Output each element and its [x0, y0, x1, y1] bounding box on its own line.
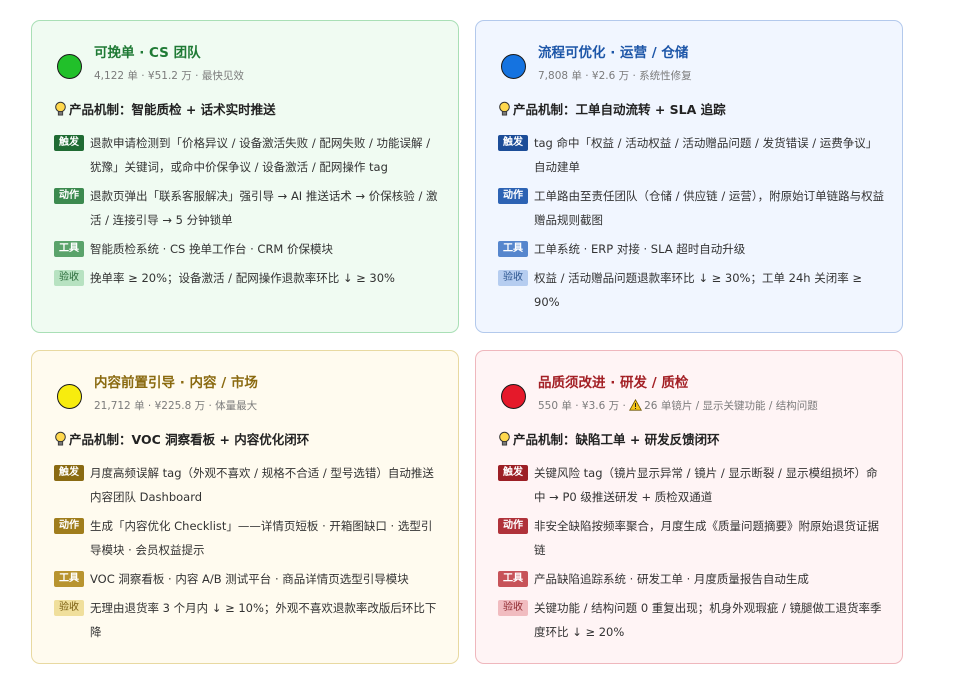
card-title: 可挽单 · CS 团队	[94, 45, 201, 61]
row-trigger: 触发 月度高频误解 tag（外观不喜欢 / 规格不合适 / 型号选错）自动推送内容…	[54, 461, 442, 509]
row-text: 退款页弹出「联系客服解决」强引导 → AI 推送话术 → 价保核验 / 激活 /…	[90, 189, 438, 227]
action-rows: 触发 tag 命中「权益 / 活动权益 / 活动赠品问题 / 发货错误 / 运费争…	[498, 131, 886, 319]
tag-action: 动作	[498, 188, 528, 204]
row-tools: 工具 智能质检系统 · CS 挽单工作台 · CRM 价保模块	[54, 237, 442, 261]
card-title: 流程可优化 · 运营 / 仓储	[538, 45, 689, 61]
row-trigger: 触发 退款申请检测到「价格异议 / 设备激活失败 / 配网失败 / 功能误解 / …	[54, 131, 442, 179]
mechanism-line: 产品机制：智能质检 + 话术实时推送	[54, 101, 276, 119]
tag-acceptance: 验收	[54, 600, 84, 616]
card-header: 流程可优化 · 运营 / 仓储 7,808 单 · ¥2.6 万 · 系统性修复	[498, 43, 886, 93]
row-text: 工单路由至责任团队（仓储 / 供应链 / 运营），附原始订单链路与权益赠品规则截…	[534, 189, 885, 227]
row-text: 工单系统 · ERP 对接 · SLA 超时自动升级	[534, 242, 746, 256]
tag-tools: 工具	[498, 571, 528, 587]
row-text: 退款申请检测到「价格异议 / 设备激活失败 / 配网失败 / 功能误解 / 犹豫…	[90, 136, 431, 174]
row-acceptance: 验收 权益 / 活动赠品问题退款率环比 ↓ ≥ 30%；工单 24h 关闭率 ≥ …	[498, 266, 886, 314]
tag-trigger: 触发	[498, 135, 528, 151]
tag-acceptance: 验收	[498, 270, 528, 286]
mechanism-text: 产品机制：工单自动流转 + SLA 追踪	[513, 102, 726, 117]
card-title: 内容前置引导 · 内容 / 市场	[94, 375, 258, 391]
card-content: 内容前置引导 · 内容 / 市场 21,712 单 · ¥225.8 万 · 体…	[31, 350, 459, 664]
status-dot-blue	[501, 54, 526, 79]
row-text: 权益 / 活动赠品问题退款率环比 ↓ ≥ 30%；工单 24h 关闭率 ≥ 90…	[534, 271, 863, 309]
row-action: 动作 非安全缺陷按频率聚合，月度生成《质量问题摘要》附原始退货证据链	[498, 514, 886, 562]
subtitle-suffix: 26 单镜片 / 显示关键功能 / 结构问题	[644, 400, 818, 412]
action-rows: 触发 月度高频误解 tag（外观不喜欢 / 规格不合适 / 型号选错）自动推送内容…	[54, 461, 442, 649]
subtitle-prefix: 550 单 · ¥3.6 万 ·	[538, 400, 630, 412]
row-text: VOC 洞察看板 · 内容 A/B 测试平台 · 商品详情页选型引导模块	[90, 572, 409, 586]
action-rows: 触发 退款申请检测到「价格异议 / 设备激活失败 / 配网失败 / 功能误解 / …	[54, 131, 442, 295]
row-acceptance: 验收 挽单率 ≥ 20%；设备激活 / 配网操作退款率环比 ↓ ≥ 30%	[54, 266, 442, 290]
row-acceptance: 验收 关键功能 / 结构问题 0 重复出现；机身外观瑕疵 / 镜腿做工退货率季度环…	[498, 596, 886, 644]
row-text: 月度高频误解 tag（外观不喜欢 / 规格不合适 / 型号选错）自动推送内容团队…	[90, 466, 434, 504]
status-dot-red	[501, 384, 526, 409]
lightbulb-icon	[55, 431, 66, 446]
mechanism-text: 产品机制：缺陷工单 + 研发反馈闭环	[513, 432, 720, 447]
row-trigger: 触发 tag 命中「权益 / 活动权益 / 活动赠品问题 / 发货错误 / 运费争…	[498, 131, 886, 179]
lightbulb-icon	[499, 431, 510, 446]
row-action: 动作 生成「内容优化 Checklist」——详情页短板 · 开箱图缺口 · 选型…	[54, 514, 442, 562]
card-subtitle: 550 单 · ¥3.6 万 · 26 单镜片 / 显示关键功能 / 结构问题	[538, 398, 818, 414]
mechanism-line: 产品机制：工单自动流转 + SLA 追踪	[498, 101, 726, 119]
card-quality: 品质须改进 · 研发 / 质检 550 单 · ¥3.6 万 · 26 单镜片 …	[475, 350, 903, 664]
tag-trigger: 触发	[498, 465, 528, 481]
row-acceptance: 验收 无理由退货率 3 个月内 ↓ ≥ 10%；外观不喜欢退款率改版后环比下降	[54, 596, 442, 644]
tag-tools: 工具	[54, 571, 84, 587]
tag-tools: 工具	[54, 241, 84, 257]
row-trigger: 触发 关键风险 tag（镜片显示异常 / 镜片 / 显示断裂 / 显示模组损坏）命…	[498, 461, 886, 509]
tag-trigger: 触发	[54, 465, 84, 481]
row-text: 挽单率 ≥ 20%；设备激活 / 配网操作退款率环比 ↓ ≥ 30%	[90, 271, 395, 285]
lightbulb-icon	[55, 101, 66, 116]
card-header: 内容前置引导 · 内容 / 市场 21,712 单 · ¥225.8 万 · 体…	[54, 373, 442, 423]
row-text: 产品缺陷追踪系统 · 研发工单 · 月度质量报告自动生成	[534, 572, 809, 586]
mechanism-text: 产品机制：VOC 洞察看板 + 内容优化闭环	[69, 432, 310, 447]
card-subtitle: 4,122 单 · ¥51.2 万 · 最快见效	[94, 70, 244, 82]
strategy-grid: 可挽单 · CS 团队 4,122 单 · ¥51.2 万 · 最快见效 产品机…	[0, 0, 957, 684]
status-dot-green	[57, 54, 82, 79]
action-rows: 触发 关键风险 tag（镜片显示异常 / 镜片 / 显示断裂 / 显示模组损坏）命…	[498, 461, 886, 649]
mechanism-text: 产品机制：智能质检 + 话术实时推送	[69, 102, 276, 117]
lightbulb-icon	[499, 101, 510, 116]
mechanism-line: 产品机制：缺陷工单 + 研发反馈闭环	[498, 431, 720, 449]
tag-action: 动作	[498, 518, 528, 534]
row-action: 动作 工单路由至责任团队（仓储 / 供应链 / 运营），附原始订单链路与权益赠品规…	[498, 184, 886, 232]
tag-action: 动作	[54, 188, 84, 204]
row-text: 关键风险 tag（镜片显示异常 / 镜片 / 显示断裂 / 显示模组损坏）命中 …	[534, 466, 878, 504]
card-subtitle: 7,808 单 · ¥2.6 万 · 系统性修复	[538, 70, 692, 82]
row-text: 关键功能 / 结构问题 0 重复出现；机身外观瑕疵 / 镜腿做工退货率季度环比 …	[534, 601, 882, 639]
card-recoverable: 可挽单 · CS 团队 4,122 单 · ¥51.2 万 · 最快见效 产品机…	[31, 20, 459, 333]
warning-icon	[629, 399, 643, 411]
card-subtitle: 21,712 单 · ¥225.8 万 · 体量最大	[94, 400, 258, 412]
tag-acceptance: 验收	[498, 600, 528, 616]
row-text: 智能质检系统 · CS 挽单工作台 · CRM 价保模块	[90, 242, 334, 256]
mechanism-line: 产品机制：VOC 洞察看板 + 内容优化闭环	[54, 431, 309, 449]
tag-tools: 工具	[498, 241, 528, 257]
tag-trigger: 触发	[54, 135, 84, 151]
row-text: 生成「内容优化 Checklist」——详情页短板 · 开箱图缺口 · 选型引导…	[90, 519, 433, 557]
row-action: 动作 退款页弹出「联系客服解决」强引导 → AI 推送话术 → 价保核验 / 激活…	[54, 184, 442, 232]
card-process: 流程可优化 · 运营 / 仓储 7,808 单 · ¥2.6 万 · 系统性修复…	[475, 20, 903, 333]
row-tools: 工具 工单系统 · ERP 对接 · SLA 超时自动升级	[498, 237, 886, 261]
card-header: 品质须改进 · 研发 / 质检 550 单 · ¥3.6 万 · 26 单镜片 …	[498, 373, 886, 423]
row-tools: 工具 VOC 洞察看板 · 内容 A/B 测试平台 · 商品详情页选型引导模块	[54, 567, 442, 591]
row-text: tag 命中「权益 / 活动权益 / 活动赠品问题 / 发货错误 / 运费争议」…	[534, 136, 878, 174]
row-text: 无理由退货率 3 个月内 ↓ ≥ 10%；外观不喜欢退款率改版后环比下降	[90, 601, 437, 639]
card-title: 品质须改进 · 研发 / 质检	[538, 375, 689, 391]
row-tools: 工具 产品缺陷追踪系统 · 研发工单 · 月度质量报告自动生成	[498, 567, 886, 591]
row-text: 非安全缺陷按频率聚合，月度生成《质量问题摘要》附原始退货证据链	[534, 519, 879, 557]
tag-acceptance: 验收	[54, 270, 84, 286]
tag-action: 动作	[54, 518, 84, 534]
card-header: 可挽单 · CS 团队 4,122 单 · ¥51.2 万 · 最快见效	[54, 43, 442, 93]
status-dot-yellow	[57, 384, 82, 409]
